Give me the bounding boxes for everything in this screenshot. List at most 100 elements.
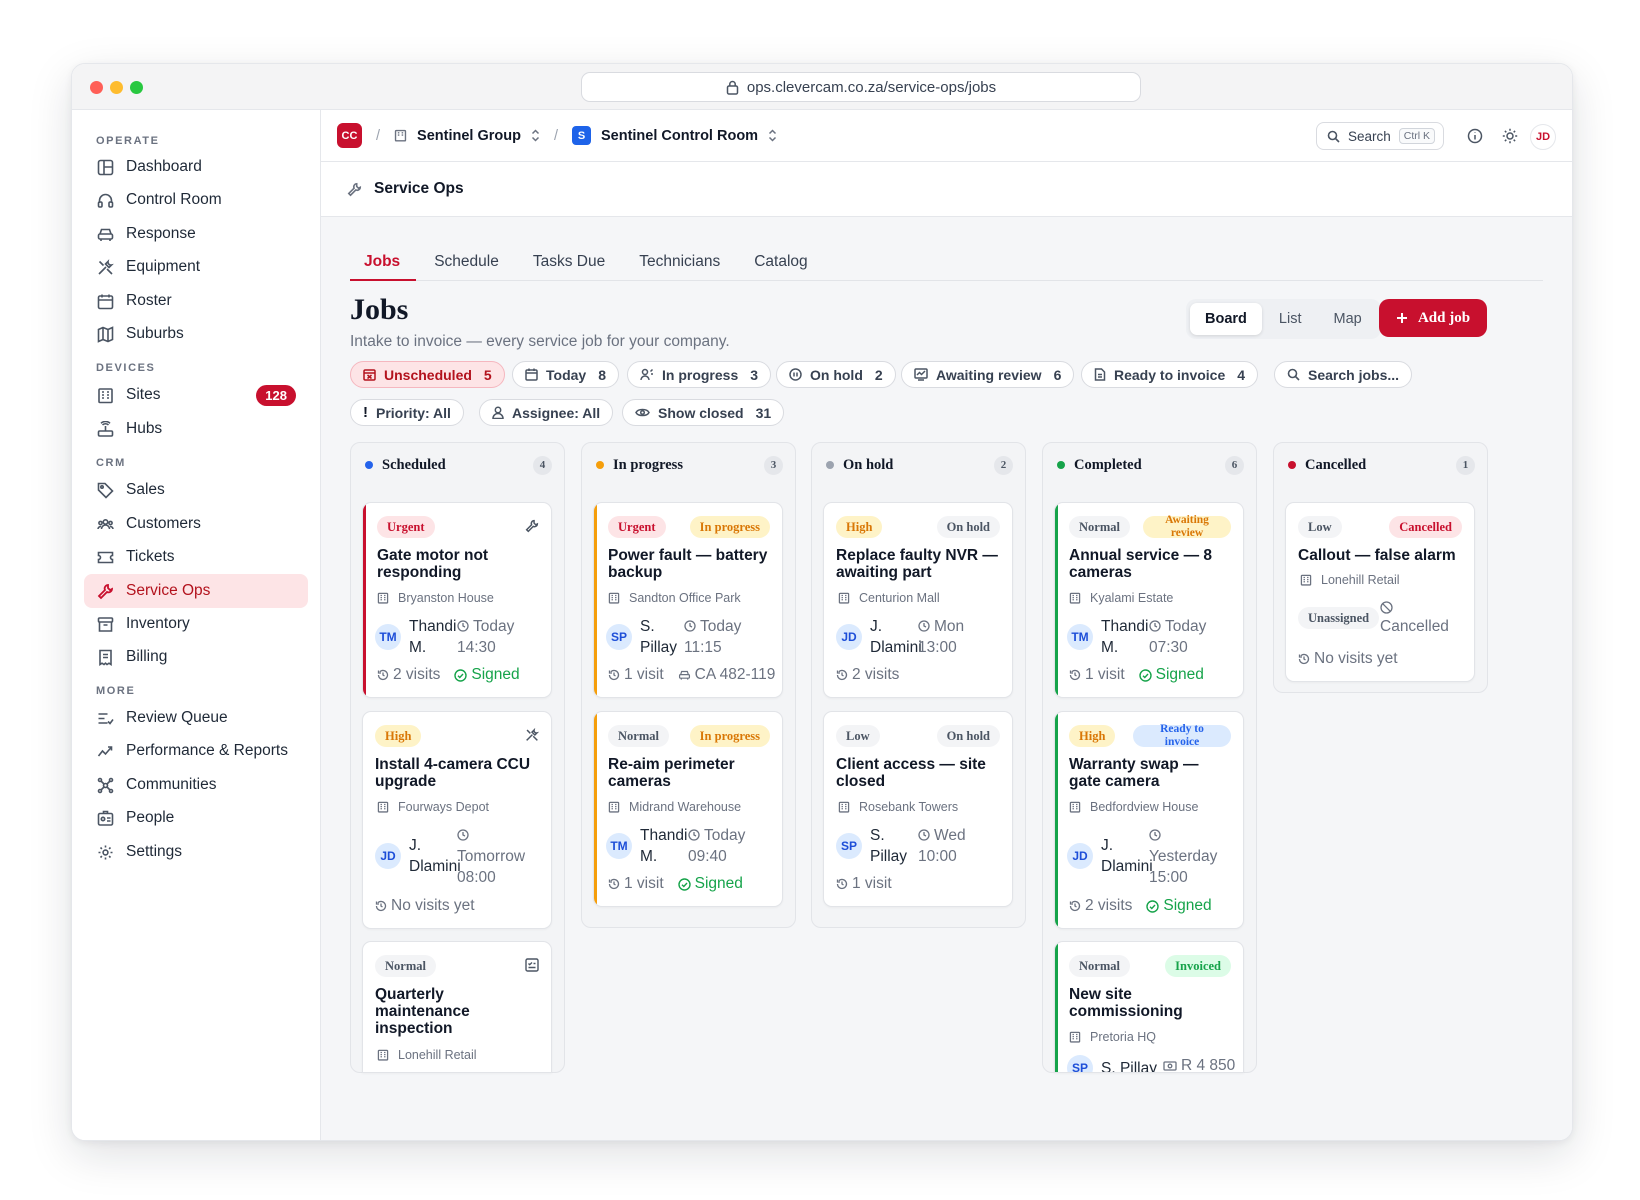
technician-name: Thandi M. [640,827,688,865]
sidebar-item-billing[interactable]: Billing [84,640,308,674]
job-title: Power fault — battery backup [608,547,768,581]
building-icon [838,801,850,813]
sidebar-section-more: MORE [96,685,136,697]
job-card[interactable]: Urgent In progress Power fault — battery… [593,502,783,698]
filter-in-progress-chip[interactable]: In progress 3 [627,361,772,388]
sidebar-item-communities[interactable]: Communities [84,768,308,802]
company-logo[interactable]: CC [337,123,362,148]
priority-badge: Urgent [377,516,435,538]
history-icon [1069,900,1081,912]
sidebar-item-dashboard[interactable]: Dashboard [84,150,308,184]
column-header: Scheduled 4 [351,443,564,487]
room-switcher[interactable]: Sentinel Control Room [601,128,758,144]
priority-filter[interactable]: ! Priority: All [350,399,464,426]
sidebar-item-service-ops[interactable]: Service Ops [84,574,308,608]
chevron-updown-icon[interactable] [531,129,540,142]
job-footer: 1 visit [836,875,892,893]
chip-count: 8 [598,366,606,383]
view-map-button[interactable]: Map [1318,303,1376,335]
signed-status: Signed [471,666,520,683]
sidebar-item-review-queue[interactable]: Review Queue [84,701,308,735]
view-board-button[interactable]: Board [1190,303,1262,335]
address-bar[interactable]: ops.clevercam.co.za/service-ops/jobs [581,72,1141,102]
job-card[interactable]: Normal In progress Re-aim perimeter came… [593,711,783,907]
sidebar-item-sites[interactable]: Sites 128 [84,378,308,412]
users-icon [97,518,114,529]
sidebar-item-settings[interactable]: Settings [84,835,308,869]
priority-badge: Normal [375,955,436,977]
calendar-x-icon [363,369,376,381]
sidebar-item-performance[interactable]: Performance & Reports [84,734,308,768]
filter-today-chip[interactable]: Today 8 [512,361,619,388]
filter-awaiting-review-chip[interactable]: Awaiting review 6 [901,361,1075,388]
building-icon [377,592,389,604]
sidebar-item-sales[interactable]: Sales [84,473,308,507]
sidebar-item-label: Customers [126,515,201,532]
tab-catalog[interactable]: Catalog [740,241,823,281]
job-card[interactable]: Low Cancelled Callout — false alarm Lone… [1285,502,1475,682]
visit-count: 1 visit [624,666,664,683]
assignee: TM Thandi M. [1067,616,1148,658]
technician-name: J. Dlamini [409,837,461,875]
search-jobs-input[interactable]: Search jobs... [1274,361,1413,388]
global-search-button[interactable]: Search Ctrl K [1315,122,1444,150]
status-bar [1055,712,1058,928]
info-icon[interactable] [1467,128,1483,144]
user-avatar[interactable]: JD [1530,124,1556,150]
sidebar-item-roster[interactable]: Roster [84,284,308,318]
tab-schedule[interactable]: Schedule [420,241,515,281]
clock-icon [918,829,930,841]
job-card[interactable]: Normal Quarterly maintenance inspection … [362,941,552,1073]
network-icon [97,777,114,793]
minimize-window-button[interactable] [110,81,123,94]
close-window-button[interactable] [90,81,103,94]
filter-on-hold-chip[interactable]: On hold 2 [776,361,896,388]
avatar: SP [606,624,632,650]
sidebar-item-control-room[interactable]: Control Room [84,183,308,217]
sidebar-item-label: Billing [126,648,168,665]
sidebar-item-hubs[interactable]: Hubs [84,412,308,446]
sidebar-item-tickets[interactable]: Tickets [84,540,308,574]
job-card[interactable]: Normal Invoiced New site commissioning P… [1054,941,1244,1073]
filter-unscheduled-chip[interactable]: Unscheduled 5 [350,361,505,388]
job-card[interactable]: High Install 4-camera CCU upgrade Fourwa… [362,711,552,929]
history-icon [375,900,387,912]
job-card[interactable]: Low On hold Client access — site closed … [823,711,1013,907]
filter-ready-to-invoice-chip[interactable]: Ready to invoice 4 [1081,361,1259,388]
job-card[interactable]: High Ready to invoice Warranty swap — ga… [1054,711,1244,929]
tab-tasks-due[interactable]: Tasks Due [519,241,621,281]
view-list-button[interactable]: List [1264,303,1317,335]
sidebar-item-label: Response [126,225,196,242]
gear-icon [98,845,113,859]
sidebar-item-inventory[interactable]: Inventory [84,607,308,641]
org-switcher[interactable]: Sentinel Group [417,128,521,144]
sidebar-item-customers[interactable]: Customers [84,507,308,541]
history-icon [836,669,848,681]
assignee: JD J. Dlamini [1067,835,1153,877]
column-title: On hold [843,456,894,473]
tab-jobs[interactable]: Jobs [350,241,417,281]
site-name: Bedfordview House [1090,800,1199,814]
maximize-window-button[interactable] [130,81,143,94]
status-dot [826,461,834,469]
search-jobs-placeholder: Search jobs... [1308,366,1400,383]
breadcrumb-separator: / [553,127,558,144]
chevron-updown-icon[interactable] [768,129,777,142]
add-job-button[interactable]: Add job [1379,299,1487,337]
visit-count: 2 visits [393,666,441,683]
sidebar-item-label: Suburbs [126,325,184,342]
room-badge: S [571,126,591,145]
sidebar-item-response[interactable]: Response [84,217,308,251]
assignee-filter[interactable]: Assignee: All [479,399,614,426]
job-card[interactable]: High On hold Replace faulty NVR — awaiti… [823,502,1013,698]
theme-toggle-icon[interactable] [1502,128,1518,144]
sidebar-item-people[interactable]: People [84,801,308,835]
tools-icon [98,258,114,275]
show-closed-toggle[interactable]: Show closed 31 [622,399,785,426]
job-card[interactable]: Urgent Gate motor not responding Bryanst… [362,502,552,698]
job-card[interactable]: Normal Awaiting review Annual service — … [1054,502,1244,698]
sidebar-item-equipment[interactable]: Equipment [84,250,308,284]
sidebar-item-suburbs[interactable]: Suburbs [84,317,308,351]
tab-technicians[interactable]: Technicians [625,241,736,281]
breadcrumb-separator: / [376,127,381,144]
